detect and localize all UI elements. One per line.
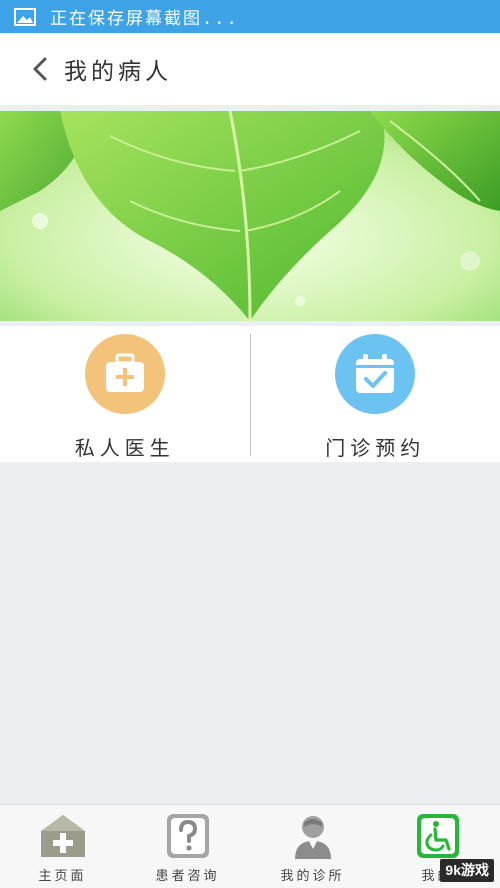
question-icon: [166, 814, 209, 858]
appointment-icon-circle: [335, 334, 416, 414]
wheelchair-icon: [416, 814, 459, 858]
nav-clinic-label: 我的诊所: [280, 869, 345, 884]
nav-home-label: 主页面: [38, 869, 87, 884]
nav-consult[interactable]: 患者咨询: [125, 805, 250, 888]
private-doctor-button[interactable]: 私人医生: [0, 326, 250, 462]
medical-kit-icon: [105, 353, 144, 392]
green-leaves-banner: [0, 111, 500, 321]
status-text: 正在保存屏幕截图...: [50, 9, 239, 29]
watermark-logo: 9k游戏: [440, 859, 494, 882]
appointment-label: 门诊预约: [325, 436, 426, 460]
page-title: 我的病人: [64, 59, 172, 85]
private-doctor-icon-circle: [84, 334, 165, 414]
image-icon: [14, 7, 36, 26]
header: 我的病人: [0, 33, 500, 105]
private-doctor-label: 私人医生: [74, 436, 175, 460]
nav-home[interactable]: 主页面: [0, 805, 125, 888]
appointment-button[interactable]: 门诊预约: [251, 326, 500, 462]
status-bar: 正在保存屏幕截图...: [0, 0, 500, 33]
chevron-left-icon[interactable]: [30, 56, 50, 82]
feature-menu: 私人医生 门诊预约: [0, 326, 500, 462]
doctor-icon: [294, 816, 331, 859]
calendar-check-icon: [356, 354, 395, 393]
bottom-nav: 主页面 患者咨询 我的诊所 我的: [0, 804, 500, 888]
nav-consult-label: 患者咨询: [155, 869, 220, 884]
home-plus-icon: [40, 815, 85, 857]
banner-image: [0, 111, 500, 321]
nav-clinic[interactable]: 我的诊所: [250, 805, 375, 888]
